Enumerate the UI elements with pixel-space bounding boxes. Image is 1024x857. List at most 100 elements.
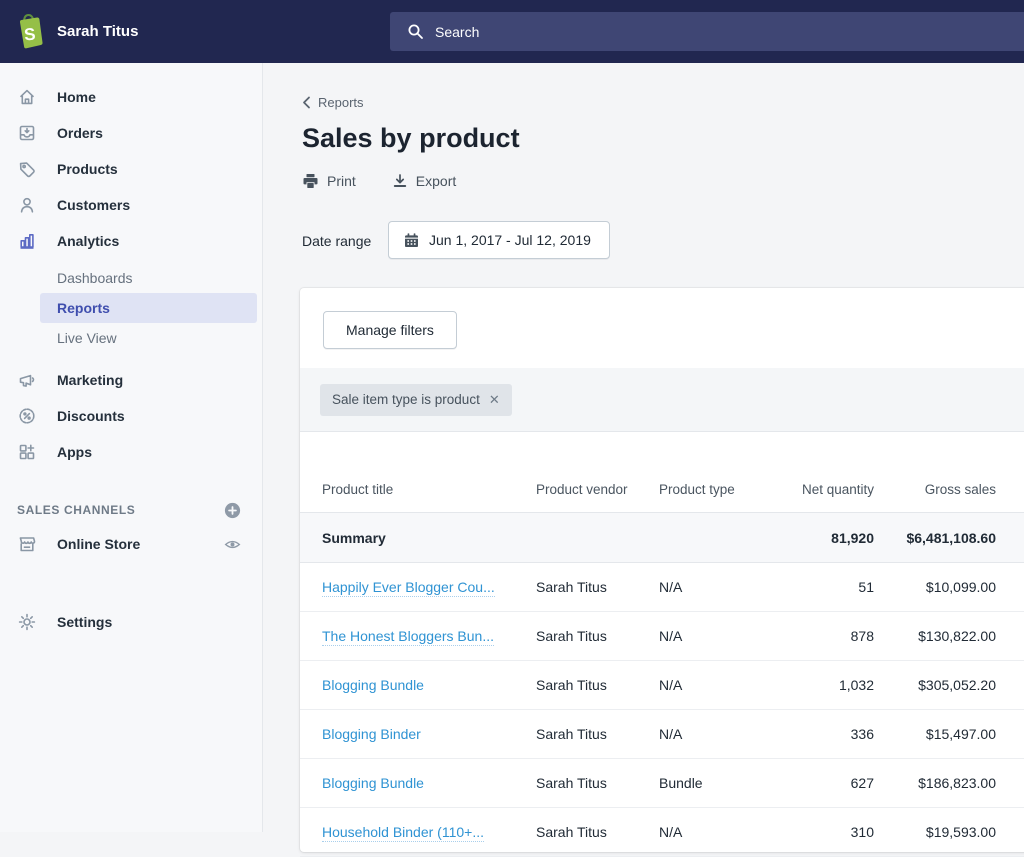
date-range-value: Jun 1, 2017 - Jul 12, 2019 <box>429 232 591 248</box>
sidebar-item-dashboards[interactable]: Dashboards <box>40 263 257 293</box>
summary-net-quantity: 81,920 <box>801 530 874 546</box>
sidebar-item-products[interactable]: Products <box>0 155 262 183</box>
product-title-link[interactable]: Blogging Bundle <box>322 775 424 791</box>
column-header-product-vendor[interactable]: Product vendor <box>536 482 659 497</box>
sidebar-item-analytics[interactable]: Analytics <box>0 227 262 255</box>
net-quantity-cell: 310 <box>801 824 874 840</box>
home-icon <box>17 87 37 107</box>
sidebar-item-label: Apps <box>57 444 92 460</box>
sidebar-item-customers[interactable]: Customers <box>0 191 262 219</box>
filter-chip[interactable]: Sale item type is product ✕ <box>320 384 512 416</box>
sidebar-item-marketing[interactable]: Marketing <box>0 366 262 394</box>
table-header-row: Product title Product vendor Product typ… <box>300 432 1024 513</box>
column-header-product-type[interactable]: Product type <box>659 482 801 497</box>
main-content: Reports Sales by product Print Export <box>264 63 1024 832</box>
export-button[interactable]: Export <box>392 173 456 189</box>
product-title-link[interactable]: Happily Ever Blogger Cou... <box>322 579 495 597</box>
table-row: Blogging Bundle Sarah Titus N/A 1,032 $3… <box>300 661 1024 710</box>
report-card: Manage filters Sale item type is product… <box>300 288 1024 852</box>
sidebar-item-apps[interactable]: Apps <box>0 438 262 466</box>
product-type-cell: N/A <box>659 824 801 840</box>
gross-sales-cell: $186,823.00 <box>874 775 996 791</box>
gear-icon <box>17 612 37 632</box>
net-quantity-cell: 51 <box>801 579 874 595</box>
date-range-picker[interactable]: Jun 1, 2017 - Jul 12, 2019 <box>388 221 610 259</box>
gross-sales-cell: $305,052.20 <box>874 677 996 693</box>
sidebar-item-label: Online Store <box>57 536 203 552</box>
table-row: Blogging Binder Sarah Titus N/A 336 $15,… <box>300 710 1024 759</box>
sidebar: Home Orders Products Customers <box>0 63 263 832</box>
manage-filters-button[interactable]: Manage filters <box>323 311 457 349</box>
net-quantity-cell: 878 <box>801 628 874 644</box>
sidebar-item-label: Live View <box>57 330 117 346</box>
search-placeholder: Search <box>435 24 479 40</box>
product-title-link[interactable]: Household Binder (110+... <box>322 824 484 842</box>
table-row: Household Binder (110+... Sarah Titus N/… <box>300 808 1024 857</box>
product-vendor-cell: Sarah Titus <box>536 677 659 693</box>
product-title-link[interactable]: Blogging Bundle <box>322 677 424 693</box>
calendar-icon <box>403 232 420 249</box>
summary-label: Summary <box>322 530 536 546</box>
sidebar-item-label: Home <box>57 89 96 105</box>
product-title-link[interactable]: Blogging Binder <box>322 726 421 742</box>
print-button[interactable]: Print <box>302 173 356 189</box>
breadcrumb-label: Reports <box>318 95 364 110</box>
shopify-logo-icon[interactable]: S <box>16 12 45 50</box>
summary-gross-sales: $6,481,108.60 <box>874 530 996 546</box>
sidebar-item-label: Discounts <box>57 408 125 424</box>
column-header-product-title[interactable]: Product title <box>322 482 536 497</box>
search-icon <box>407 23 424 40</box>
person-icon <box>17 195 37 215</box>
store-name: Sarah Titus <box>57 0 138 63</box>
page-title: Sales by product <box>302 123 520 154</box>
remove-filter-icon[interactable]: ✕ <box>489 392 500 408</box>
applied-filters-bar: Sale item type is product ✕ <box>300 368 1024 432</box>
net-quantity-cell: 336 <box>801 726 874 742</box>
sidebar-item-label: Customers <box>57 197 130 213</box>
print-label: Print <box>327 173 356 189</box>
search-input[interactable]: Search <box>390 12 1024 51</box>
sidebar-item-label: Settings <box>57 614 112 630</box>
column-header-net-quantity[interactable]: Net quantity <box>801 482 874 497</box>
discount-icon <box>17 406 37 426</box>
view-store-eye-icon[interactable] <box>223 535 242 554</box>
summary-row: Summary 81,920 $6,481,108.60 <box>300 513 1024 563</box>
sales-channels-label: SALES CHANNELS <box>17 503 135 517</box>
product-vendor-cell: Sarah Titus <box>536 824 659 840</box>
sidebar-item-online-store[interactable]: Online Store <box>0 530 262 558</box>
sidebar-item-label: Products <box>57 161 118 177</box>
product-type-cell: N/A <box>659 726 801 742</box>
chevron-left-icon <box>302 96 311 109</box>
add-channel-icon[interactable] <box>223 501 242 520</box>
topbar: S Sarah Titus Search <box>0 0 1024 63</box>
product-vendor-cell: Sarah Titus <box>536 775 659 791</box>
product-title-link[interactable]: The Honest Bloggers Bun... <box>322 628 494 646</box>
analytics-icon <box>17 231 37 251</box>
sidebar-item-label: Orders <box>57 125 103 141</box>
net-quantity-cell: 1,032 <box>801 677 874 693</box>
sales-channels-header: SALES CHANNELS <box>0 502 262 518</box>
tag-icon <box>17 159 37 179</box>
sidebar-item-home[interactable]: Home <box>0 83 262 111</box>
svg-text:S: S <box>23 25 36 45</box>
sidebar-item-settings[interactable]: Settings <box>0 608 262 636</box>
sidebar-item-live-view[interactable]: Live View <box>40 323 257 353</box>
sidebar-item-label: Reports <box>57 300 110 316</box>
product-type-cell: N/A <box>659 677 801 693</box>
download-icon <box>392 173 408 189</box>
sidebar-item-discounts[interactable]: Discounts <box>0 402 262 430</box>
sidebar-item-orders[interactable]: Orders <box>0 119 262 147</box>
apps-icon <box>17 442 37 462</box>
product-vendor-cell: Sarah Titus <box>536 726 659 742</box>
table-row: Happily Ever Blogger Cou... Sarah Titus … <box>300 563 1024 612</box>
breadcrumb[interactable]: Reports <box>302 95 364 110</box>
gross-sales-cell: $130,822.00 <box>874 628 996 644</box>
sidebar-item-label: Dashboards <box>57 270 133 286</box>
sidebar-item-reports[interactable]: Reports <box>40 293 257 323</box>
table-row: The Honest Bloggers Bun... Sarah Titus N… <box>300 612 1024 661</box>
product-vendor-cell: Sarah Titus <box>536 628 659 644</box>
printer-icon <box>302 173 319 189</box>
gross-sales-cell: $15,497.00 <box>874 726 996 742</box>
analytics-subnav: Dashboards Reports Live View <box>0 263 262 353</box>
column-header-gross-sales[interactable]: Gross sales <box>874 482 996 497</box>
